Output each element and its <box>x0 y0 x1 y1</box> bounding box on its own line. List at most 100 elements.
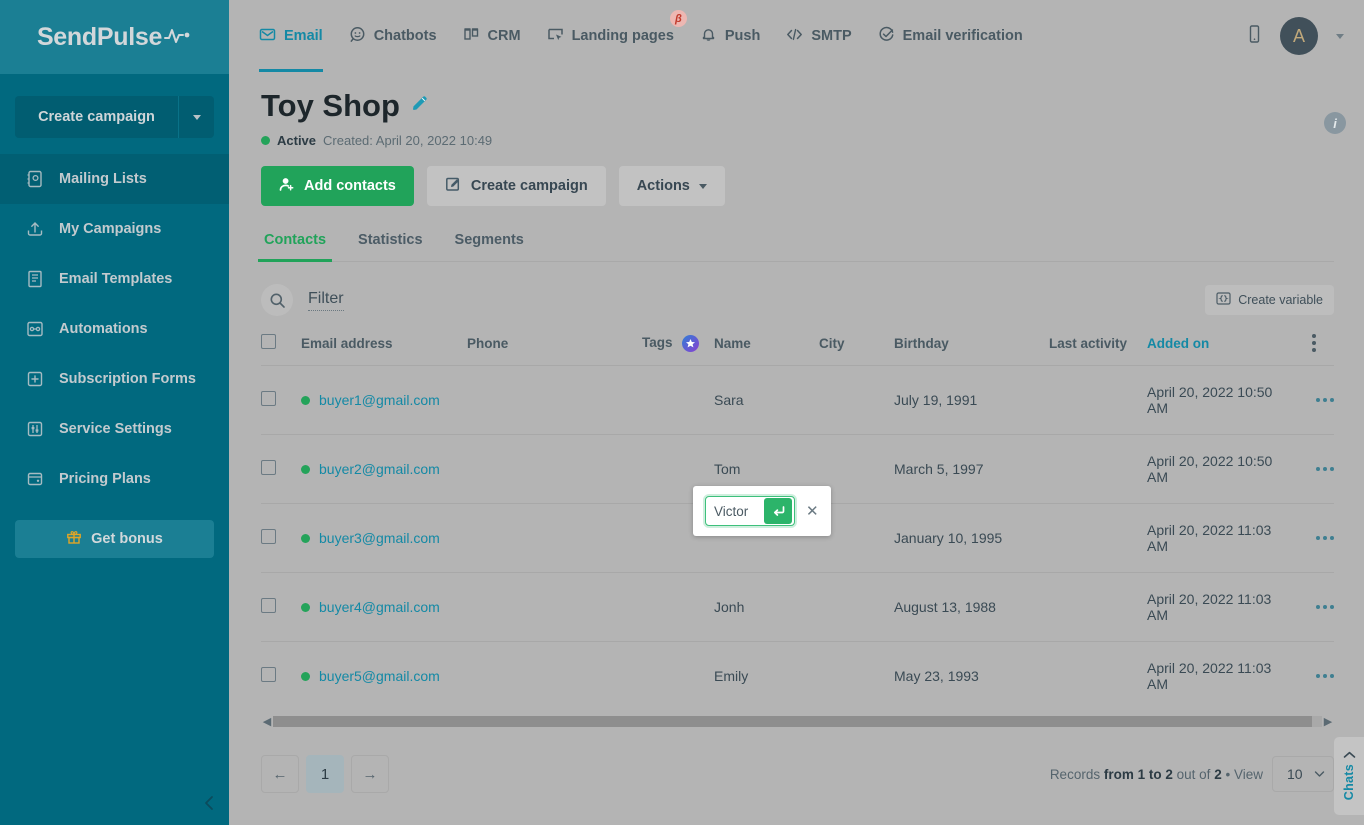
cell-row-actions <box>1294 504 1334 573</box>
topnav-item-smtp[interactable]: SMTP <box>786 0 851 72</box>
search-button[interactable] <box>261 284 293 316</box>
topnav-item-email[interactable]: Email <box>259 0 323 72</box>
row-checkbox[interactable] <box>261 598 276 613</box>
chevron-down-icon[interactable] <box>1336 34 1344 39</box>
topnav-item-chatbots[interactable]: Chatbots <box>349 0 437 72</box>
header-name[interactable]: Name <box>714 334 819 366</box>
horizontal-scrollbar[interactable]: ◀ ▶ <box>261 714 1334 728</box>
header-tags[interactable]: Tags <box>642 334 714 366</box>
topnav-label: CRM <box>488 28 521 44</box>
create-campaign-button[interactable]: Create campaign <box>15 96 214 138</box>
chat-smiley-icon <box>349 26 366 47</box>
sidebar-item-pricing-plans[interactable]: Pricing Plans <box>0 454 229 504</box>
row-checkbox[interactable] <box>261 460 276 475</box>
inline-editor-submit-button[interactable] <box>764 498 792 524</box>
sidebar-item-mailing-lists[interactable]: Mailing Lists <box>0 154 229 204</box>
scrollbar-track[interactable] <box>273 716 1322 727</box>
header-phone[interactable]: Phone <box>467 334 642 366</box>
scroll-left-arrow-icon[interactable]: ◀ <box>261 715 273 728</box>
pagination-page-1[interactable]: 1 <box>306 755 344 793</box>
cell-birthday[interactable]: January 10, 1995 <box>894 504 1049 573</box>
edit-pencil-icon[interactable] <box>410 94 429 118</box>
select-all-checkbox[interactable] <box>261 334 276 349</box>
cell-tags[interactable] <box>642 573 714 642</box>
table-row[interactable]: buyer5@gmail.com Emily May 23, 1993 Apri… <box>261 642 1334 711</box>
topnav-item-push[interactable]: Push <box>700 0 760 72</box>
actions-button[interactable]: Actions <box>619 166 725 206</box>
tab-segments[interactable]: Segments <box>452 232 527 261</box>
row-checkbox[interactable] <box>261 667 276 682</box>
cell-row-actions <box>1294 642 1334 711</box>
pagination-prev-button[interactable]: ← <box>261 755 299 793</box>
close-icon[interactable]: ✕ <box>806 504 819 519</box>
row-actions-button[interactable] <box>1294 605 1334 609</box>
create-campaign-button[interactable]: Create campaign <box>427 166 606 206</box>
cell-tags[interactable] <box>642 366 714 435</box>
table-row[interactable]: buyer4@gmail.com Jonh August 13, 1988 Ap… <box>261 573 1334 642</box>
topnav-item-crm[interactable]: CRM <box>463 0 521 72</box>
create-variable-button[interactable]: Create variable <box>1205 285 1334 315</box>
cell-city[interactable] <box>819 573 894 642</box>
cell-added-on: April 20, 2022 10:50 AM <box>1147 435 1294 504</box>
name-edit-input[interactable] <box>706 497 764 525</box>
avatar[interactable]: A <box>1280 17 1318 55</box>
cell-name[interactable]: Sara <box>714 366 819 435</box>
landing-page-icon <box>547 26 564 47</box>
topnav-item-landing-pages[interactable]: Landing pages β <box>547 0 674 72</box>
sidebar-collapse-button[interactable] <box>0 780 229 825</box>
pagination-next-button[interactable]: → <box>351 755 389 793</box>
tab-contacts[interactable]: Contacts <box>261 232 329 261</box>
table-row[interactable]: buyer1@gmail.com Sara July 19, 1991 Apri… <box>261 366 1334 435</box>
sidebar-item-automations[interactable]: Automations <box>0 304 229 354</box>
sidebar-item-subscription-forms[interactable]: Subscription Forms <box>0 354 229 404</box>
page-size-select[interactable]: 10 <box>1272 756 1334 792</box>
scrollbar-thumb[interactable] <box>273 716 1312 727</box>
cell-tags[interactable] <box>642 642 714 711</box>
cell-birthday[interactable]: May 23, 1993 <box>894 642 1049 711</box>
cell-last-activity <box>1049 642 1147 711</box>
email-link[interactable]: buyer4@gmail.com <box>319 599 440 615</box>
row-actions-button[interactable] <box>1294 398 1334 402</box>
tab-statistics[interactable]: Statistics <box>355 232 425 261</box>
get-bonus-button[interactable]: Get bonus <box>15 520 214 558</box>
sidebar-item-my-campaigns[interactable]: My Campaigns <box>0 204 229 254</box>
row-checkbox[interactable] <box>261 529 276 544</box>
wallet-icon <box>25 469 45 489</box>
header-email-address[interactable]: Email address <box>301 334 467 366</box>
cell-name[interactable]: Emily <box>714 642 819 711</box>
add-contacts-button[interactable]: Add contacts <box>261 166 414 206</box>
header-added-on[interactable]: Added on <box>1147 334 1294 366</box>
contact-status-dot-icon <box>301 396 310 405</box>
cell-birthday[interactable]: July 19, 1991 <box>894 366 1049 435</box>
chats-label: Chats <box>1342 764 1356 800</box>
cell-name[interactable]: Jonh <box>714 573 819 642</box>
header-city[interactable]: City <box>819 334 894 366</box>
sidebar-item-service-settings[interactable]: Service Settings <box>0 404 229 454</box>
cell-city[interactable] <box>819 642 894 711</box>
chats-tab[interactable]: Chats <box>1334 737 1364 815</box>
cell-city[interactable] <box>819 366 894 435</box>
table-options-button[interactable] <box>1294 334 1334 352</box>
header-birthday[interactable]: Birthday <box>894 334 1049 366</box>
row-actions-button[interactable] <box>1294 467 1334 471</box>
cell-birthday[interactable]: August 13, 1988 <box>894 573 1049 642</box>
row-checkbox[interactable] <box>261 391 276 406</box>
row-actions-button[interactable] <box>1294 536 1334 540</box>
email-link[interactable]: buyer1@gmail.com <box>319 392 440 408</box>
topnav-label: Landing pages <box>572 28 674 44</box>
create-campaign-dropdown-toggle[interactable] <box>178 96 214 138</box>
topnav-item-email-verification[interactable]: Email verification <box>878 0 1023 72</box>
enter-key-icon <box>771 504 786 519</box>
tab-label: Contacts <box>264 232 326 248</box>
email-link[interactable]: buyer3@gmail.com <box>319 530 440 546</box>
logo[interactable]: SendPulse <box>0 0 229 74</box>
row-actions-button[interactable] <box>1294 674 1334 678</box>
email-link[interactable]: buyer2@gmail.com <box>319 461 440 477</box>
sidebar-item-email-templates[interactable]: Email Templates <box>0 254 229 304</box>
cell-birthday[interactable]: March 5, 1997 <box>894 435 1049 504</box>
email-link[interactable]: buyer5@gmail.com <box>319 668 440 684</box>
header-last-activity[interactable]: Last activity <box>1049 334 1147 366</box>
filter-input[interactable]: Filter <box>308 290 344 311</box>
mobile-app-icon[interactable] <box>1247 24 1262 49</box>
scroll-right-arrow-icon[interactable]: ▶ <box>1322 715 1334 728</box>
